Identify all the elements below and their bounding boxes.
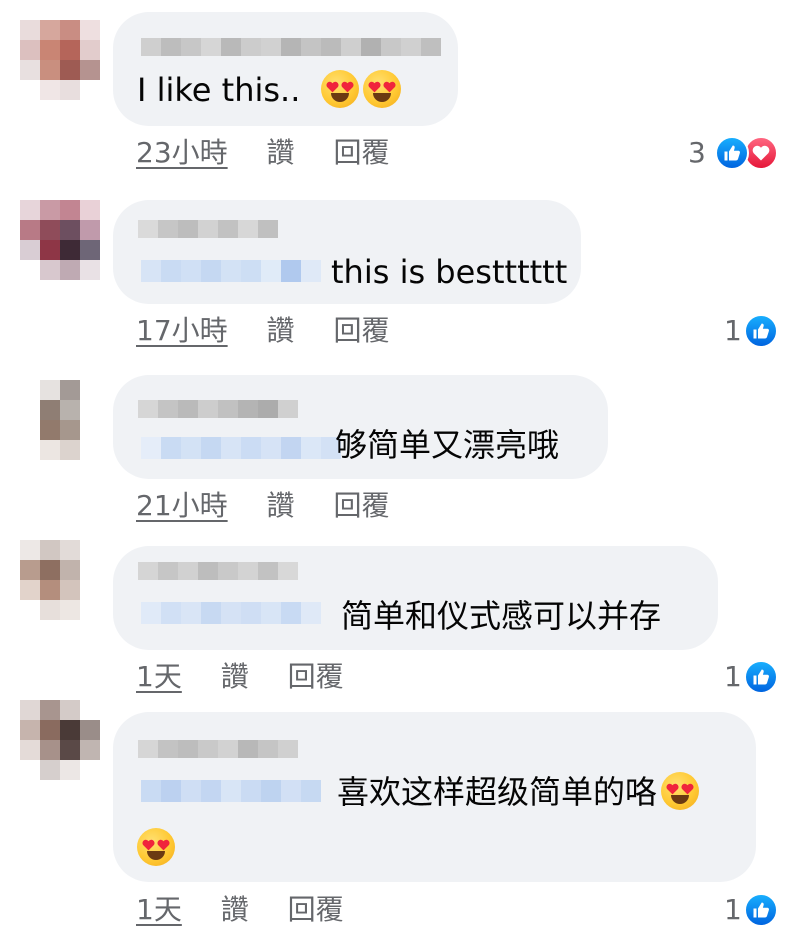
avatar[interactable] bbox=[20, 380, 100, 460]
comment-text-content: 简单和仪式感可以并存 bbox=[341, 597, 662, 635]
heart-eyes-emoji bbox=[320, 70, 359, 108]
comment-actions: 1天 讚 回覆 bbox=[136, 893, 344, 927]
heart-eyes-emoji bbox=[362, 70, 401, 108]
timestamp-link[interactable]: 1天 bbox=[136, 660, 182, 693]
author-name-blurred[interactable] bbox=[138, 220, 278, 238]
comment-actions: 17小時 讚 回覆 bbox=[136, 314, 389, 348]
like-icon[interactable] bbox=[744, 314, 778, 348]
reaction-count[interactable]: 1 bbox=[724, 660, 742, 694]
mention-blurred[interactable] bbox=[141, 260, 321, 282]
reply-button[interactable]: 回覆 bbox=[333, 489, 389, 522]
reply-button[interactable]: 回覆 bbox=[288, 660, 344, 693]
reaction-count[interactable]: 1 bbox=[724, 314, 742, 348]
avatar[interactable] bbox=[20, 540, 100, 620]
author-name-blurred[interactable] bbox=[138, 740, 298, 758]
reply-button[interactable]: 回覆 bbox=[333, 136, 389, 169]
timestamp-link[interactable]: 17小時 bbox=[136, 314, 228, 347]
like-icon[interactable] bbox=[715, 136, 749, 170]
comment-bubble: 喜欢这样超级简单的咯 bbox=[113, 712, 756, 882]
comment-text-content: 够简单又漂亮哦 bbox=[335, 426, 560, 464]
comment-actions: 23小時 讚 回覆 bbox=[136, 136, 389, 170]
reply-button[interactable]: 回覆 bbox=[288, 893, 344, 926]
heart-eyes-emoji bbox=[661, 772, 700, 810]
comment-text-content: this is bestttttt bbox=[331, 253, 568, 291]
comment-actions: 21小時 讚 回覆 bbox=[136, 489, 389, 523]
mention-blurred[interactable] bbox=[141, 780, 321, 802]
author-name-blurred[interactable] bbox=[138, 562, 298, 580]
reaction-count[interactable]: 1 bbox=[724, 893, 742, 927]
comment-text: I like this.. bbox=[137, 70, 401, 110]
timestamp-link[interactable]: 21小時 bbox=[136, 489, 228, 522]
reply-button[interactable]: 回覆 bbox=[333, 314, 389, 347]
mention-blurred[interactable] bbox=[141, 437, 341, 459]
avatar[interactable] bbox=[20, 20, 100, 100]
mention-blurred[interactable] bbox=[141, 602, 321, 624]
comment-bubble: this is bestttttt bbox=[113, 200, 581, 304]
comment-text: 够简单又漂亮哦 bbox=[335, 425, 559, 465]
love-icon[interactable] bbox=[744, 136, 778, 170]
comment-bubble: I like this.. bbox=[113, 12, 458, 126]
like-button[interactable]: 讚 bbox=[267, 314, 295, 347]
like-button[interactable]: 讚 bbox=[221, 893, 249, 926]
avatar[interactable] bbox=[20, 200, 100, 280]
like-button[interactable]: 讚 bbox=[221, 660, 249, 693]
like-button[interactable]: 讚 bbox=[267, 489, 295, 522]
comment-bubble: 简单和仪式感可以并存 bbox=[113, 546, 718, 650]
author-name-blurred[interactable] bbox=[138, 400, 298, 418]
comment-text: 喜欢这样超级简单的咯 bbox=[337, 772, 700, 812]
like-icon[interactable] bbox=[744, 660, 778, 694]
timestamp-link[interactable]: 1天 bbox=[136, 893, 182, 926]
reaction-count[interactable]: 3 bbox=[688, 136, 706, 170]
timestamp-link[interactable]: 23小時 bbox=[136, 136, 228, 169]
avatar[interactable] bbox=[20, 700, 100, 780]
comment-bubble: 够简单又漂亮哦 bbox=[113, 375, 608, 479]
comment-text: 简单和仪式感可以并存 bbox=[341, 596, 661, 636]
comment-text-line-2 bbox=[137, 828, 175, 868]
like-button[interactable]: 讚 bbox=[267, 136, 295, 169]
heart-eyes-emoji bbox=[137, 828, 175, 866]
comment-text-content: I like this.. bbox=[137, 71, 301, 109]
comment-text: this is bestttttt bbox=[331, 252, 567, 292]
comment-text-content: 喜欢这样超级简单的咯 bbox=[337, 773, 658, 811]
comment-actions: 1天 讚 回覆 bbox=[136, 660, 344, 694]
author-name-blurred[interactable] bbox=[141, 38, 441, 56]
like-icon[interactable] bbox=[744, 893, 778, 927]
